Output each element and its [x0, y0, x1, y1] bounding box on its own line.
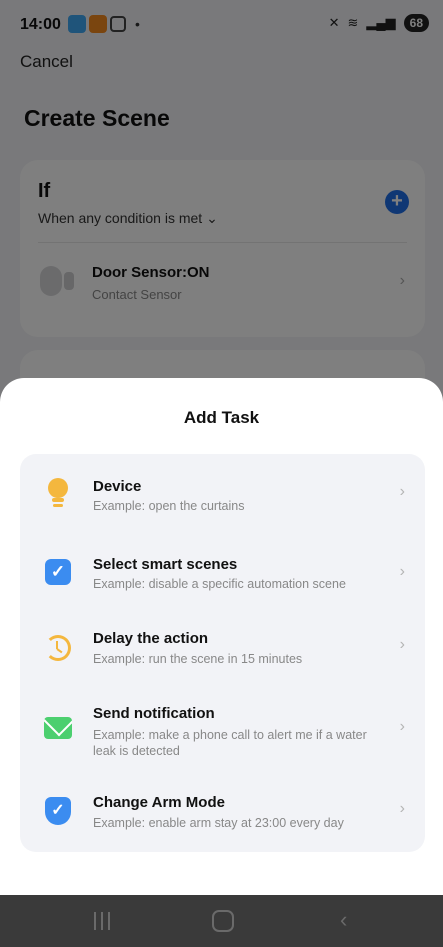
chevron-right-icon: › [399, 718, 405, 735]
task-option-notification[interactable]: Send notification Example: make a phone … [20, 694, 425, 774]
task-option-description: Example: disable a specific automation s… [93, 577, 346, 591]
task-option-title: Send notification [93, 705, 215, 722]
task-options-list: Device Example: open the curtains › ✓ Se… [20, 454, 425, 852]
task-option-smart-scenes[interactable]: ✓ Select smart scenes Example: disable a… [20, 534, 425, 614]
sheet-title: Add Task [183, 408, 260, 427]
chevron-right-icon: › [399, 800, 405, 817]
task-option-description: Example: open the curtains [93, 499, 245, 513]
shield-check-icon: ✓ [44, 797, 72, 825]
envelope-icon [44, 714, 72, 742]
chevron-right-icon: › [399, 563, 405, 580]
recent-apps-icon[interactable] [94, 912, 110, 930]
chevron-right-icon: › [399, 483, 405, 500]
task-option-device[interactable]: Device Example: open the curtains › [20, 454, 425, 534]
task-option-description: Example: make a phone call to alert me i… [93, 728, 367, 758]
task-option-arm-mode[interactable]: ✓ Change Arm Mode Example: enable arm st… [20, 774, 425, 854]
task-option-title: Device [93, 478, 142, 495]
home-icon[interactable] [212, 910, 234, 932]
checkbox-icon: ✓ [44, 558, 72, 586]
task-option-description: Example: run the scene in 15 minutes [93, 652, 303, 666]
task-option-delay[interactable]: Delay the action Example: run the scene … [20, 614, 425, 694]
clock-icon [44, 634, 72, 662]
add-task-sheet: Add Task Device Example: open the curtai… [0, 378, 443, 895]
task-option-title: Select smart scenes [93, 556, 238, 573]
task-option-title: Delay the action [93, 630, 209, 647]
back-icon[interactable]: ‹ [340, 907, 347, 933]
system-navigation-bar: ‹ [0, 895, 443, 947]
lightbulb-icon [44, 478, 72, 507]
chevron-right-icon: › [399, 636, 405, 653]
task-option-description: Example: enable arm stay at 23:00 every … [93, 816, 344, 830]
task-option-title: Change Arm Mode [93, 794, 225, 811]
